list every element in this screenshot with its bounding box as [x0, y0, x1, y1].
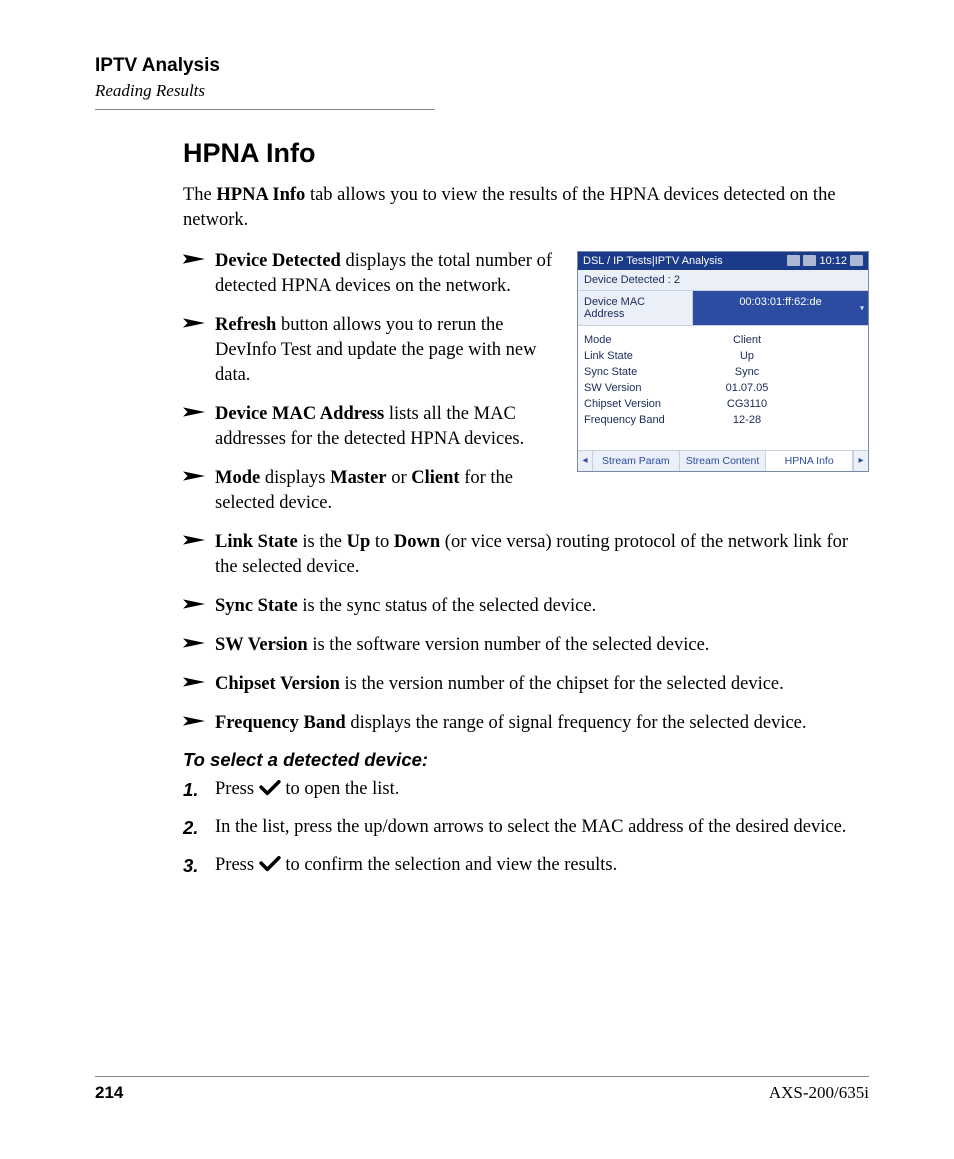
arrow-icon [183, 635, 205, 651]
arrow-icon [183, 713, 205, 729]
arrow-icon [183, 596, 205, 612]
page-number: 214 [95, 1083, 123, 1103]
arrow-icon [183, 674, 205, 690]
list-item: Link State is the Up to Down (or vice ve… [183, 530, 869, 580]
list-item: Chipset Version is the version number of… [183, 672, 869, 697]
step-item: 1. Press to open the list. [183, 777, 869, 803]
list-item: Device MAC Address lists all the MAC add… [183, 402, 869, 452]
header-subtitle: Reading Results [95, 81, 869, 101]
instruction-heading: To select a detected device: [183, 749, 869, 771]
check-icon [259, 780, 281, 796]
header-title: IPTV Analysis [95, 55, 869, 77]
arrow-icon [183, 404, 205, 420]
arrow-icon [183, 315, 205, 331]
step-item: 3. Press to confirm the selection and vi… [183, 853, 869, 879]
section-title: HPNA Info [183, 138, 869, 169]
header-rule [95, 109, 435, 110]
instruction-steps: 1. Press to open the list. 2. In the lis… [183, 777, 869, 879]
arrow-icon [183, 532, 205, 548]
list-item: Refresh button allows you to rerun the D… [183, 313, 869, 388]
section-intro: The HPNA Info tab allows you to view the… [183, 183, 869, 233]
model-number: AXS-200/635i [769, 1083, 869, 1103]
arrow-icon [183, 468, 205, 484]
page-footer: 214 AXS-200/635i [95, 1076, 869, 1103]
chevron-down-icon: ▾ [860, 303, 864, 312]
check-icon [259, 856, 281, 872]
list-item: Sync State is the sync status of the sel… [183, 594, 869, 619]
step-item: 2. In the list, press the up/down arrows… [183, 815, 869, 841]
bullet-list: Device Detected displays the total numbe… [183, 249, 869, 736]
list-item: Device Detected displays the total numbe… [183, 249, 869, 299]
list-item: Frequency Band displays the range of sig… [183, 711, 869, 736]
list-item: Mode displays Master or Client for the s… [183, 466, 869, 516]
list-item: SW Version is the software version numbe… [183, 633, 869, 658]
arrow-icon [183, 251, 205, 267]
